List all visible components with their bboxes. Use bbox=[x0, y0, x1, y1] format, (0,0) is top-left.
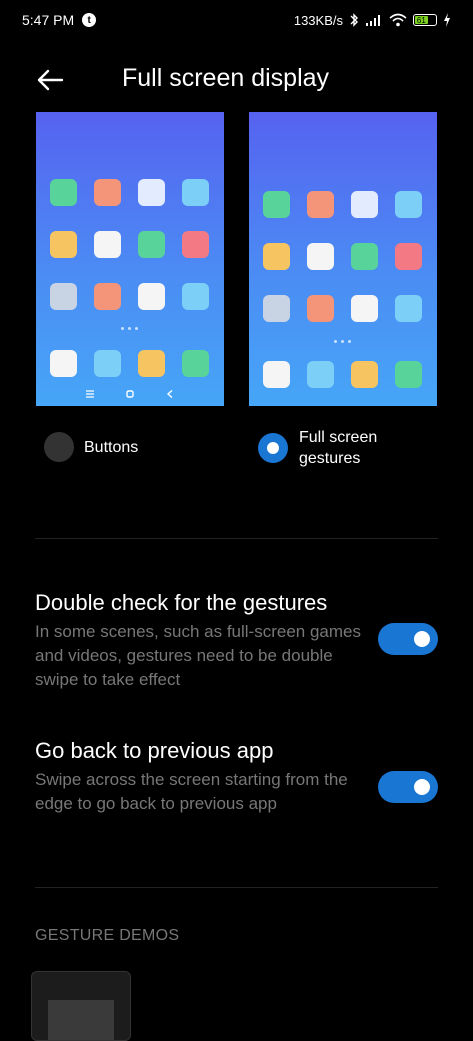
option-gestures-label-line1: Full screen bbox=[299, 429, 378, 446]
status-time: 5:47 PM bbox=[22, 12, 75, 28]
setting-double-check-desc: In some scenes, such as full-screen game… bbox=[35, 622, 361, 689]
option-gestures-label-line2: gestures bbox=[299, 450, 361, 467]
home-icon bbox=[126, 390, 134, 398]
app-icon bbox=[94, 231, 121, 258]
option-gestures[interactable]: Full screen gestures bbox=[258, 427, 377, 469]
app-icon bbox=[263, 361, 290, 388]
app-icon bbox=[50, 350, 77, 377]
option-buttons-label: Buttons bbox=[84, 438, 139, 456]
app-icon bbox=[94, 283, 121, 310]
app-icon bbox=[351, 191, 378, 218]
app-icon bbox=[307, 191, 334, 218]
signal-icon bbox=[366, 15, 380, 26]
app-icon bbox=[395, 243, 422, 270]
app-icon bbox=[395, 191, 422, 218]
app-icon bbox=[138, 350, 165, 377]
back-button[interactable] bbox=[32, 62, 68, 98]
setting-double-check-title: Double check for the gestures bbox=[35, 590, 328, 615]
app-icon bbox=[395, 295, 422, 322]
battery-level: 61 bbox=[415, 15, 428, 25]
network-speed: 133KB/s bbox=[293, 12, 343, 28]
option-gestures-label: Full screen gestures bbox=[299, 427, 377, 469]
app-icon bbox=[94, 350, 121, 377]
bluetooth-icon bbox=[350, 13, 358, 27]
app-icon bbox=[182, 179, 209, 206]
app-icon bbox=[263, 243, 290, 270]
setting-double-check: Double check for the gestures In some sc… bbox=[35, 590, 455, 700]
toggle-double-check[interactable] bbox=[378, 623, 438, 655]
demo-preview bbox=[48, 1000, 114, 1040]
app-icon bbox=[94, 179, 121, 206]
setting-go-back-title: Go back to previous app bbox=[35, 738, 274, 763]
radio-buttons[interactable] bbox=[44, 432, 74, 462]
menu-icon bbox=[86, 390, 94, 398]
app-icon bbox=[138, 283, 165, 310]
gesture-demos-header: GESTURE DEMOS bbox=[35, 927, 180, 944]
app-icon bbox=[307, 295, 334, 322]
option-buttons[interactable]: Buttons bbox=[44, 432, 138, 462]
app-icon bbox=[351, 361, 378, 388]
buttons-preview[interactable] bbox=[36, 112, 224, 406]
charging-icon bbox=[444, 13, 450, 27]
divider bbox=[35, 538, 438, 539]
app-icon bbox=[182, 350, 209, 377]
wifi-icon bbox=[389, 13, 407, 27]
app-icon bbox=[307, 243, 334, 270]
toggle-go-back[interactable] bbox=[378, 771, 438, 803]
gesture-demo-thumbnail[interactable] bbox=[31, 971, 131, 1041]
arrow-left-icon bbox=[37, 69, 64, 91]
app-icon bbox=[263, 295, 290, 322]
app-icon bbox=[50, 179, 77, 206]
setting-go-back-desc: Swipe across the screen starting from th… bbox=[35, 770, 348, 813]
app-icon bbox=[395, 361, 422, 388]
nav-buttons-bar bbox=[36, 382, 224, 406]
app-icon bbox=[50, 231, 77, 258]
app-icon bbox=[307, 361, 334, 388]
app-icon bbox=[182, 231, 209, 258]
status-bar: 5:47 PM t 133KB/s 61 bbox=[0, 0, 473, 40]
app-icon bbox=[263, 191, 290, 218]
app-icon bbox=[351, 243, 378, 270]
radio-gestures[interactable] bbox=[258, 433, 288, 463]
page-dots bbox=[334, 340, 351, 343]
battery-icon: 61 bbox=[413, 14, 437, 26]
page-dots bbox=[121, 327, 138, 330]
app-icon bbox=[351, 295, 378, 322]
app-icon bbox=[182, 283, 209, 310]
t-icon: t bbox=[82, 13, 97, 27]
divider bbox=[35, 887, 438, 888]
page-title: Full screen display bbox=[122, 64, 330, 92]
setting-go-back: Go back to previous app Swipe across the… bbox=[35, 738, 455, 848]
app-icon bbox=[50, 283, 77, 310]
app-icon bbox=[138, 179, 165, 206]
app-icon bbox=[138, 231, 165, 258]
back-nav-icon bbox=[166, 390, 173, 398]
gestures-preview[interactable] bbox=[249, 112, 437, 406]
app-bar: Full screen display bbox=[0, 52, 473, 108]
